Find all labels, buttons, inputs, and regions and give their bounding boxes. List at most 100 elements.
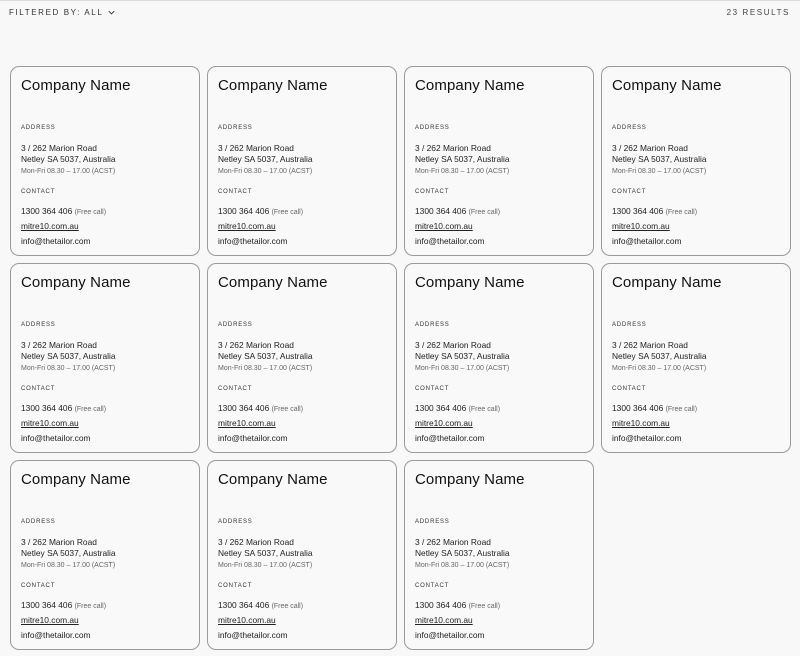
contact-label: CONTACT: [612, 189, 647, 195]
company-name: Company Name: [21, 77, 131, 94]
company-card: Company Name ADDRESS 3 / 262 Marion Road…: [207, 263, 397, 453]
contact-label: CONTACT: [218, 189, 253, 195]
filter-label: FILTERED BY: ALL: [9, 8, 104, 17]
phone-note: (Free call): [468, 209, 501, 216]
address-label: ADDRESS: [415, 125, 450, 131]
company-name: Company Name: [415, 471, 525, 488]
phone-note: (Free call): [665, 406, 698, 413]
website-link[interactable]: mitre10.com.au: [612, 221, 670, 231]
company-card: Company Name ADDRESS 3 / 262 Marion Road…: [10, 263, 200, 453]
phone-value: 1300 364 406: [415, 403, 467, 413]
contact-label: CONTACT: [21, 583, 56, 589]
company-card: Company Name ADDRESS 3 / 262 Marion Road…: [404, 263, 594, 453]
phone-number[interactable]: 1300 364 406 (Free call): [218, 206, 303, 216]
phone-value: 1300 364 406: [612, 206, 664, 216]
website-link[interactable]: mitre10.com.au: [415, 615, 473, 625]
results-toolbar: FILTERED BY: ALL 23 RESULTS: [0, 0, 800, 26]
opening-hours: Mon-Fri 08.30 – 17.00 (ACST): [21, 365, 116, 372]
address-label: ADDRESS: [612, 125, 647, 131]
contact-label: CONTACT: [218, 386, 253, 392]
phone-value: 1300 364 406: [21, 600, 73, 610]
company-name: Company Name: [218, 471, 328, 488]
phone-note: (Free call): [74, 209, 107, 216]
email-link[interactable]: info@thetailor.com: [415, 433, 485, 443]
contact-label: CONTACT: [612, 386, 647, 392]
address-line-2: Netley SA 5037, Australia: [21, 548, 116, 558]
website-link[interactable]: mitre10.com.au: [218, 221, 276, 231]
phone-number[interactable]: 1300 364 406 (Free call): [415, 600, 500, 610]
phone-number[interactable]: 1300 364 406 (Free call): [612, 206, 697, 216]
contact-label: CONTACT: [21, 386, 56, 392]
email-link[interactable]: info@thetailor.com: [612, 236, 682, 246]
phone-number[interactable]: 1300 364 406 (Free call): [612, 403, 697, 413]
phone-note: (Free call): [665, 209, 698, 216]
address-line-2: Netley SA 5037, Australia: [218, 548, 313, 558]
company-card: Company Name ADDRESS 3 / 262 Marion Road…: [10, 460, 200, 650]
website-link[interactable]: mitre10.com.au: [218, 615, 276, 625]
address-line-2: Netley SA 5037, Australia: [415, 548, 510, 558]
email-link[interactable]: info@thetailor.com: [21, 236, 91, 246]
company-card: Company Name ADDRESS 3 / 262 Marion Road…: [601, 66, 791, 256]
address-line-2: Netley SA 5037, Australia: [415, 154, 510, 164]
address-line-1: 3 / 262 Marion Road: [218, 340, 294, 350]
address-line-2: Netley SA 5037, Australia: [415, 351, 510, 361]
contact-label: CONTACT: [415, 386, 450, 392]
contact-label: CONTACT: [218, 583, 253, 589]
phone-note: (Free call): [74, 603, 107, 610]
email-link[interactable]: info@thetailor.com: [415, 236, 485, 246]
phone-number[interactable]: 1300 364 406 (Free call): [218, 403, 303, 413]
address-line-2: Netley SA 5037, Australia: [612, 154, 707, 164]
address-label: ADDRESS: [218, 322, 253, 328]
address-line-2: Netley SA 5037, Australia: [612, 351, 707, 361]
phone-value: 1300 364 406: [218, 600, 270, 610]
address-line-2: Netley SA 5037, Australia: [21, 351, 116, 361]
opening-hours: Mon-Fri 08.30 – 17.00 (ACST): [415, 168, 510, 175]
email-link[interactable]: info@thetailor.com: [218, 433, 288, 443]
email-link[interactable]: info@thetailor.com: [21, 433, 91, 443]
phone-note: (Free call): [74, 406, 107, 413]
website-link[interactable]: mitre10.com.au: [21, 615, 79, 625]
company-name: Company Name: [415, 274, 525, 291]
address-line-1: 3 / 262 Marion Road: [612, 143, 688, 153]
website-link[interactable]: mitre10.com.au: [415, 418, 473, 428]
email-link[interactable]: info@thetailor.com: [21, 630, 91, 640]
address-label: ADDRESS: [612, 322, 647, 328]
phone-note: (Free call): [271, 406, 304, 413]
address-label: ADDRESS: [415, 519, 450, 525]
website-link[interactable]: mitre10.com.au: [612, 418, 670, 428]
address-label: ADDRESS: [415, 322, 450, 328]
phone-number[interactable]: 1300 364 406 (Free call): [415, 206, 500, 216]
address-line-1: 3 / 262 Marion Road: [415, 143, 491, 153]
company-name: Company Name: [218, 77, 328, 94]
email-link[interactable]: info@thetailor.com: [218, 630, 288, 640]
website-link[interactable]: mitre10.com.au: [21, 418, 79, 428]
phone-value: 1300 364 406: [218, 206, 270, 216]
company-name: Company Name: [21, 471, 131, 488]
phone-number[interactable]: 1300 364 406 (Free call): [21, 403, 106, 413]
website-link[interactable]: mitre10.com.au: [415, 221, 473, 231]
address-line-1: 3 / 262 Marion Road: [218, 537, 294, 547]
phone-number[interactable]: 1300 364 406 (Free call): [415, 403, 500, 413]
phone-number[interactable]: 1300 364 406 (Free call): [218, 600, 303, 610]
phone-number[interactable]: 1300 364 406 (Free call): [21, 600, 106, 610]
address-label: ADDRESS: [21, 125, 56, 131]
phone-note: (Free call): [271, 603, 304, 610]
email-link[interactable]: info@thetailor.com: [218, 236, 288, 246]
company-card-grid: Company Name ADDRESS 3 / 262 Marion Road…: [10, 66, 791, 650]
filter-dropdown[interactable]: FILTERED BY: ALL: [9, 8, 116, 17]
opening-hours: Mon-Fri 08.30 – 17.00 (ACST): [21, 562, 116, 569]
address-line-1: 3 / 262 Marion Road: [21, 537, 97, 547]
email-link[interactable]: info@thetailor.com: [612, 433, 682, 443]
company-card: Company Name ADDRESS 3 / 262 Marion Road…: [10, 66, 200, 256]
company-card: Company Name ADDRESS 3 / 262 Marion Road…: [404, 66, 594, 256]
phone-note: (Free call): [468, 406, 501, 413]
website-link[interactable]: mitre10.com.au: [218, 418, 276, 428]
website-link[interactable]: mitre10.com.au: [21, 221, 79, 231]
phone-value: 1300 364 406: [21, 206, 73, 216]
phone-value: 1300 364 406: [415, 600, 467, 610]
address-line-2: Netley SA 5037, Australia: [21, 154, 116, 164]
opening-hours: Mon-Fri 08.30 – 17.00 (ACST): [218, 365, 313, 372]
company-card: Company Name ADDRESS 3 / 262 Marion Road…: [601, 263, 791, 453]
email-link[interactable]: info@thetailor.com: [415, 630, 485, 640]
phone-number[interactable]: 1300 364 406 (Free call): [21, 206, 106, 216]
